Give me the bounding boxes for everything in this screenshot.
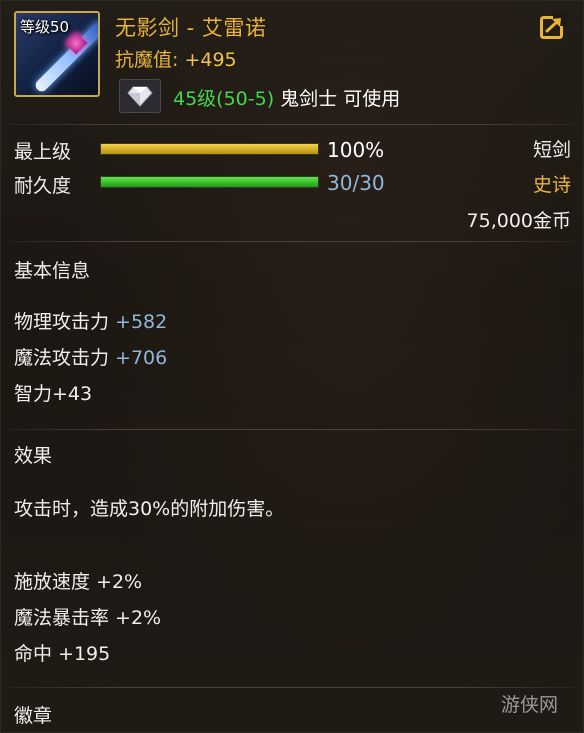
magic-resist: 抗魔值: +495 <box>115 45 237 72</box>
diamond-icon <box>119 79 161 113</box>
durability-bar <box>100 176 319 188</box>
section-title-basic-info: 基本信息 <box>14 260 91 282</box>
stat-name: 智力+43 <box>14 383 93 405</box>
weapon-type: 短剑 <box>532 139 571 161</box>
magic-resist-label: 抗魔值: <box>115 49 179 71</box>
item-tooltip-panel: 等级50 无影剑 - 艾雷诺 抗魔值: +495 45级(50-5) 鬼剑士 可… <box>0 0 584 733</box>
grade-label: 最上级 <box>14 141 72 163</box>
effect-hit: 命中 +195 <box>14 643 111 665</box>
effect-description: 攻击时，造成30%的附加伤害。 <box>14 498 285 520</box>
requirement-level: 45级(50-5) <box>173 88 275 110</box>
grade-bar <box>100 143 319 155</box>
watermark-text: 游侠网 <box>501 694 559 716</box>
stat-magic-attack: 魔法攻击力 +706 <box>14 343 167 370</box>
grade-percent: 100% <box>327 138 385 162</box>
durability-label: 耐久度 <box>14 175 72 197</box>
item-name: 无影剑 - 艾雷诺 <box>115 16 267 40</box>
effect-magic-crit: 魔法暴击率 +2% <box>14 607 162 629</box>
stat-bonus: +706 <box>115 347 168 369</box>
stat-name: 魔法攻击力 <box>14 347 116 369</box>
stat-physical-attack: 物理攻击力 +582 <box>14 307 167 334</box>
durability-value: 30/30 <box>327 171 385 195</box>
stat-bonus: +582 <box>115 311 168 333</box>
price: 75,000金币 <box>466 210 571 232</box>
stat-name: 物理攻击力 <box>14 311 116 333</box>
level-badge: 等级50 <box>20 18 70 36</box>
magic-resist-value: +495 <box>184 49 237 71</box>
stat-intelligence: 智力+43 <box>14 379 92 406</box>
watermark-logo: 游侠网 <box>501 690 558 717</box>
effect-cast-speed: 施放速度 +2% <box>14 571 143 593</box>
requirement-class: 鬼剑士 可使用 <box>280 88 401 110</box>
section-title-emblem: 徽章 <box>14 705 53 727</box>
divider <box>9 124 575 125</box>
section-title-effects: 效果 <box>14 445 53 467</box>
divider <box>9 687 575 688</box>
sword-icon: 等级50 <box>14 11 100 97</box>
requirement: 45级(50-5) 鬼剑士 可使用 <box>173 84 400 111</box>
divider <box>9 241 575 242</box>
share-export-icon[interactable] <box>540 13 567 39</box>
divider <box>9 429 575 430</box>
rarity: 史诗 <box>532 174 571 196</box>
